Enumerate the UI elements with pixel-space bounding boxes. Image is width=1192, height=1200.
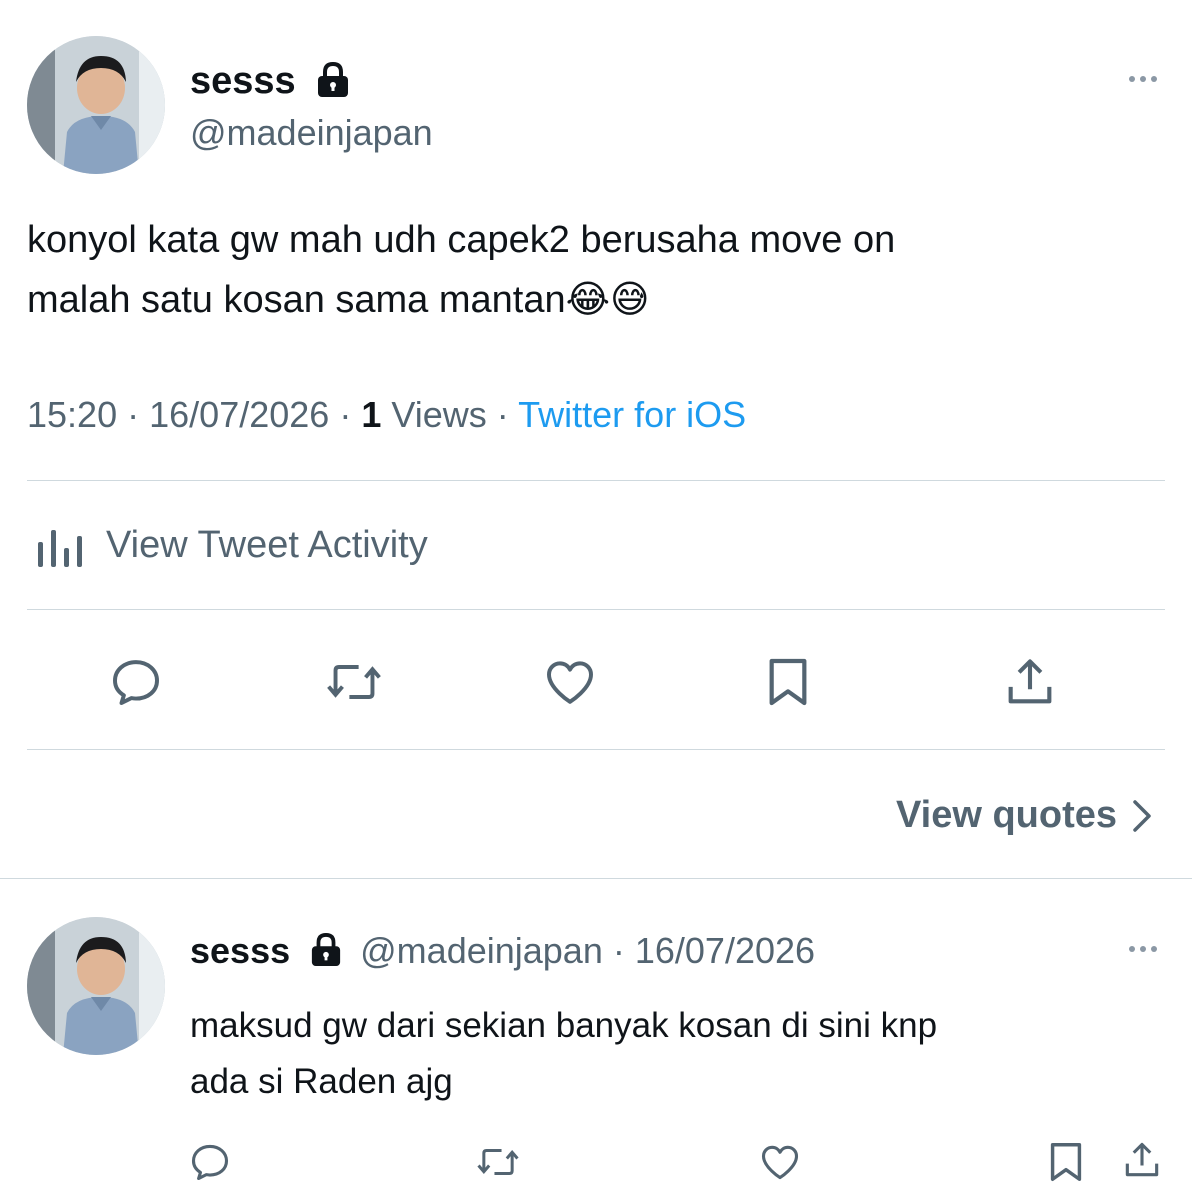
handle[interactable]: @madeinjapan xyxy=(360,930,603,971)
avatar[interactable] xyxy=(27,917,165,1055)
display-name-text: sesss xyxy=(190,60,296,102)
divider xyxy=(27,609,1165,610)
divider xyxy=(27,480,1165,481)
reply-button[interactable] xyxy=(104,650,168,714)
more-options-icon[interactable] xyxy=(1129,946,1157,952)
view-tweet-activity[interactable]: View Tweet Activity xyxy=(36,522,428,568)
view-quotes-link[interactable]: View quotes xyxy=(896,794,1153,837)
tweet-date[interactable]: 16/07/2026 xyxy=(149,394,329,435)
tweet-text: konyol kata gw mah udh capek2 berusaha m… xyxy=(27,210,1167,330)
bookmark-icon xyxy=(769,658,807,706)
more-options-icon[interactable] xyxy=(1129,76,1157,82)
avatar-photo xyxy=(27,917,165,1055)
reply-text-line: maksud gw dari sekian banyak kosan di si… xyxy=(190,1006,938,1045)
retweet-icon xyxy=(327,665,381,699)
separator: · xyxy=(496,394,509,435)
section-divider xyxy=(0,878,1192,879)
reply-date[interactable]: · 16/07/2026 xyxy=(613,930,815,971)
views-count: 1 xyxy=(361,394,382,435)
view-quotes-label: View quotes xyxy=(896,794,1118,836)
separator: · xyxy=(127,394,140,435)
avatar-photo xyxy=(27,36,165,174)
share-button[interactable] xyxy=(998,650,1062,714)
chevron-right-icon xyxy=(1133,799,1151,832)
tweet-text-line: konyol kata gw mah udh capek2 berusaha m… xyxy=(27,219,896,261)
tweet-meta: 15:20 · 16/07/2026 · 1 Views · Twitter f… xyxy=(27,394,746,436)
avatar[interactable] xyxy=(27,36,165,174)
share-icon xyxy=(1008,659,1052,704)
retweet-button[interactable] xyxy=(474,1138,522,1186)
like-icon xyxy=(761,1145,799,1180)
view-tweet-activity-label: View Tweet Activity xyxy=(106,523,428,566)
like-button[interactable] xyxy=(538,650,602,714)
reply-icon xyxy=(113,660,159,705)
like-button[interactable] xyxy=(756,1138,804,1186)
reply-button[interactable] xyxy=(186,1138,234,1186)
source-link[interactable]: Twitter for iOS xyxy=(518,394,746,435)
reply-header: sesss @madeinjapan · 16/07/2026 xyxy=(190,928,815,974)
display-name[interactable]: sesss xyxy=(190,58,350,104)
retweet-button[interactable] xyxy=(322,650,386,714)
display-name[interactable]: sesss xyxy=(190,930,290,971)
views-label: Views xyxy=(391,394,487,435)
handle[interactable]: @madeinjapan xyxy=(190,112,433,154)
divider xyxy=(27,749,1165,750)
reply-icon xyxy=(191,1144,229,1181)
share-icon xyxy=(1125,1142,1159,1177)
lock-icon xyxy=(318,61,349,97)
lock-icon xyxy=(312,933,341,967)
reply-text-line: ada si Raden ajg xyxy=(190,1062,453,1101)
tweet-time[interactable]: 15:20 xyxy=(27,394,117,435)
like-icon xyxy=(547,661,593,704)
reply-text: maksud gw dari sekian banyak kosan di si… xyxy=(190,998,1150,1110)
bookmark-button[interactable] xyxy=(1042,1138,1090,1186)
share-button[interactable] xyxy=(1118,1136,1166,1184)
separator: · xyxy=(339,394,352,435)
analytics-icon xyxy=(38,530,82,567)
bookmark-button[interactable] xyxy=(756,650,820,714)
tweet-text-line: malah satu kosan sama mantan😂😅 xyxy=(27,279,650,321)
retweet-icon xyxy=(477,1148,519,1176)
bookmark-icon xyxy=(1050,1143,1082,1181)
